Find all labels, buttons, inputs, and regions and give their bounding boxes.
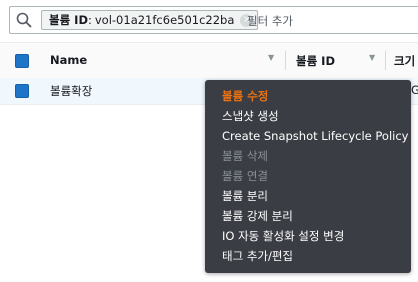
column-header-size[interactable]: 크기: [394, 53, 415, 69]
menu-item-delete-volume: 볼륨 삭제: [222, 149, 268, 163]
filter-token-value: vol-01a21fc6e501c22ba: [94, 13, 235, 27]
search-icon: [16, 12, 32, 28]
menu-item-create-lifecycle-policy[interactable]: Create Snapshot Lifecycle Policy: [205, 126, 411, 146]
column-divider[interactable]: [385, 51, 386, 70]
menu-item-force-detach-volume[interactable]: 볼륨 강제 분리: [205, 206, 411, 226]
context-menu: 볼륨 수정 스냅샷 생성 Create Snapshot Lifecycle P…: [205, 80, 411, 273]
menu-item-modify-volume[interactable]: 볼륨 수정: [205, 86, 411, 106]
filter-token-key: 볼륨 ID: [49, 13, 88, 27]
caret-down-icon[interactable]: ▼: [369, 53, 375, 62]
menu-item-create-snapshot[interactable]: 스냅샷 생성: [205, 106, 411, 126]
cell-name: 볼륨확장: [50, 84, 93, 98]
column-header-name[interactable]: Name: [50, 53, 87, 67]
select-all-checkbox[interactable]: [15, 54, 29, 68]
filter-input[interactable]: [247, 12, 418, 30]
search-bar[interactable]: 볼륨 ID : vol-01a21fc6e501c22ba ×: [9, 6, 418, 34]
column-divider[interactable]: [285, 51, 286, 70]
filter-token-separator: :: [88, 13, 92, 27]
menu-item-detach-volume[interactable]: 볼륨 분리: [205, 186, 411, 206]
table-header: Name ▼ 볼륨 ID ▼ 크기: [0, 42, 418, 79]
menu-item-edit-tags[interactable]: 태그 추가/편집: [205, 246, 411, 266]
menu-item-attach-volume: 볼륨 연결: [222, 169, 268, 183]
row-checkbox[interactable]: [15, 84, 29, 98]
filter-token[interactable]: 볼륨 ID : vol-01a21fc6e501c22ba ×: [41, 10, 259, 30]
menu-item-auto-enable-io[interactable]: IO 자동 활성화 설정 변경: [205, 226, 411, 246]
caret-down-icon[interactable]: ▼: [268, 53, 274, 62]
column-header-volume-id[interactable]: 볼륨 ID: [296, 53, 335, 69]
cell-size-truncated: G: [411, 83, 418, 97]
